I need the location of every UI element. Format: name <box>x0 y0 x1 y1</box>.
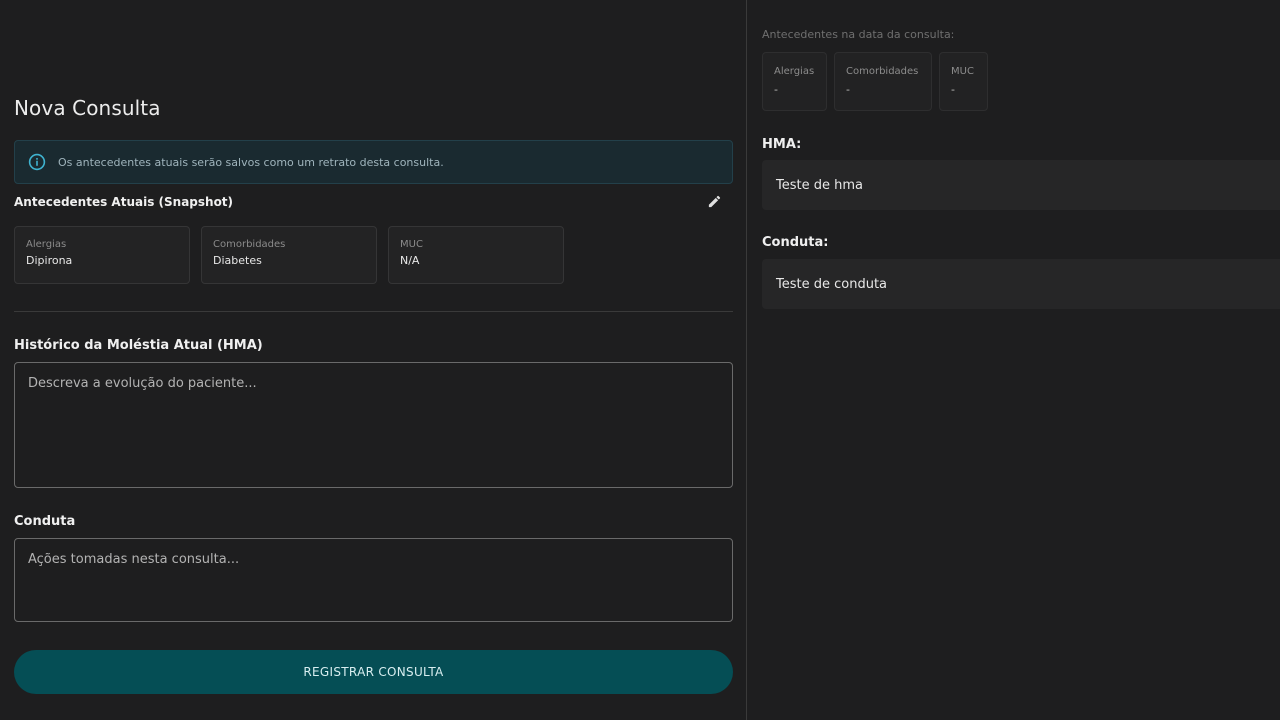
history-card-label: MUC <box>951 66 974 77</box>
pencil-icon[interactable] <box>706 193 723 210</box>
history-card-muc: MUC - <box>939 52 988 111</box>
info-alert-text: Os antecedentes atuais serão salvos como… <box>58 155 444 169</box>
history-card-label: Alergias <box>774 66 815 77</box>
consultation-detail-panel: Antecedentes na data da consulta: Alergi… <box>748 0 1280 720</box>
app-root: Nova Consulta Os antecedentes atuais ser… <box>0 0 1280 720</box>
history-caption: Antecedentes na data da consulta: <box>762 28 955 41</box>
new-consultation-panel: Nova Consulta Os antecedentes atuais ser… <box>0 0 747 720</box>
info-alert: Os antecedentes atuais serão salvos como… <box>14 140 733 184</box>
snapshot-card-value: Dipirona <box>26 254 73 267</box>
snapshot-cards: Alergias Dipirona Comorbidades Diabetes … <box>14 226 564 284</box>
page-title: Nova Consulta <box>14 96 161 120</box>
conduta-label: Conduta <box>14 514 76 529</box>
history-card-label: Comorbidades <box>846 66 919 77</box>
history-cards: Alergias - Comorbidades - MUC - <box>762 52 988 111</box>
snapshot-card-muc: MUC N/A <box>388 226 564 284</box>
snapshot-card-label: Comorbidades <box>213 239 286 250</box>
hma-detail-label: HMA: <box>762 137 802 152</box>
history-card-alergias: Alergias - <box>762 52 827 111</box>
snapshot-card-label: Alergias <box>26 239 67 250</box>
snapshot-title: Antecedentes Atuais (Snapshot) <box>14 195 234 209</box>
section-divider <box>14 311 733 312</box>
conduta-detail-label: Conduta: <box>762 235 829 250</box>
info-icon <box>27 152 47 172</box>
history-card-value: - <box>846 83 850 96</box>
snapshot-card-value: Diabetes <box>213 254 262 267</box>
conduta-detail-value: Teste de conduta <box>762 259 1280 309</box>
hma-label: Histórico da Moléstia Atual (HMA) <box>14 338 263 353</box>
register-consultation-button[interactable]: REGISTRAR CONSULTA <box>14 650 733 694</box>
snapshot-card-alergias: Alergias Dipirona <box>14 226 190 284</box>
snapshot-card-value: N/A <box>400 254 420 267</box>
hma-detail-value: Teste de hma <box>762 160 1280 210</box>
snapshot-card-label: MUC <box>400 239 423 250</box>
history-card-value: - <box>774 83 778 96</box>
history-card-value: - <box>951 83 955 96</box>
history-card-comorbidades: Comorbidades - <box>834 52 932 111</box>
snapshot-card-comorbidades: Comorbidades Diabetes <box>201 226 377 284</box>
conduta-textarea[interactable] <box>14 538 733 622</box>
hma-textarea[interactable] <box>14 362 733 488</box>
